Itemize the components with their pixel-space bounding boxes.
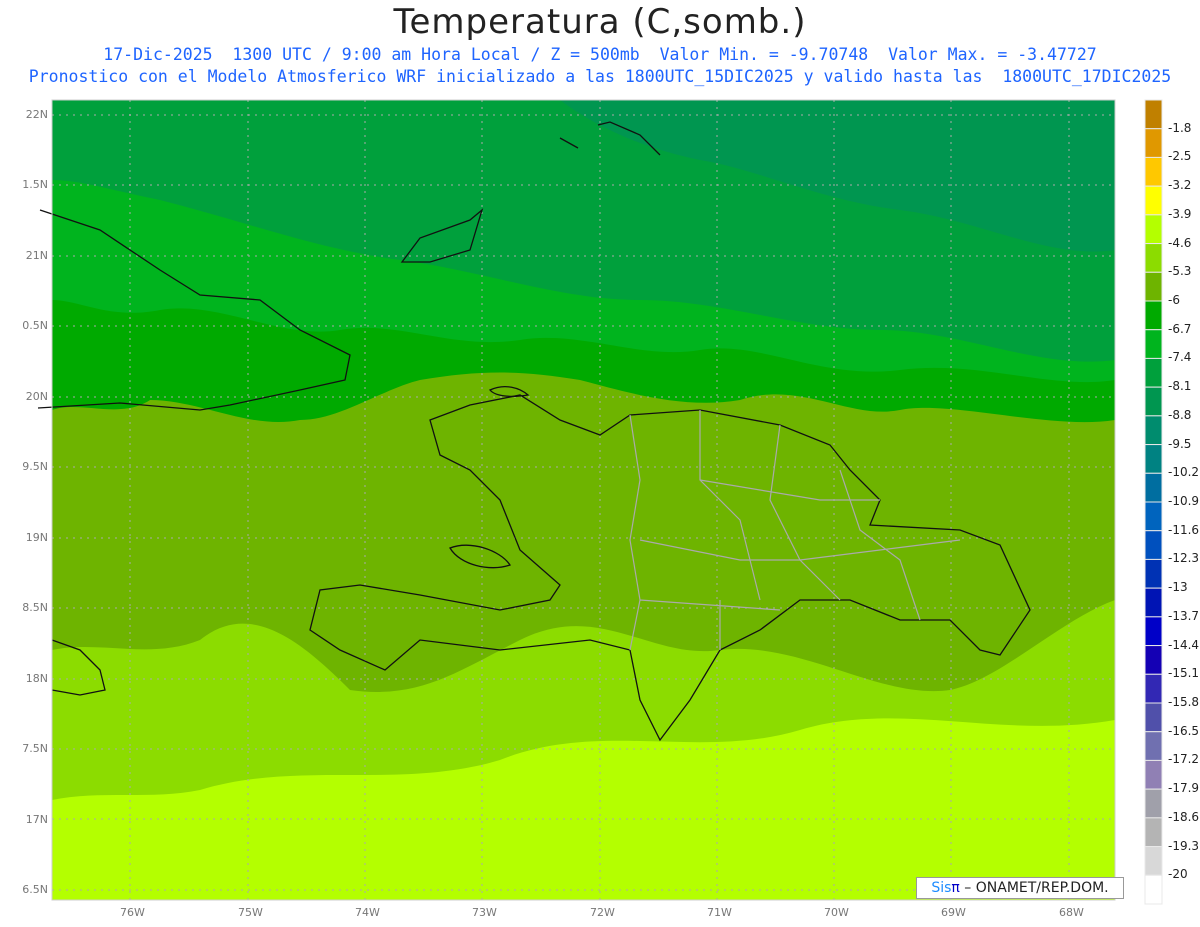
colorbar-label: -8.8	[1168, 407, 1192, 422]
colorbar-swatch	[1144, 673, 1163, 704]
colorbar-swatch	[1144, 616, 1163, 647]
latitude-label: 8.5N	[22, 601, 48, 615]
colorbar-swatch	[1144, 156, 1163, 187]
colorbar-swatch	[1144, 444, 1163, 474]
longitude-label: 68W	[1059, 906, 1084, 919]
colorbar-swatch	[1144, 415, 1163, 446]
colorbar-label: -18.6	[1168, 809, 1200, 824]
credit-sis: Sis	[931, 880, 952, 896]
colorbar-swatch	[1144, 874, 1163, 905]
colorbar-label: -14.4	[1168, 637, 1200, 652]
colorbar-swatch	[1144, 731, 1163, 761]
latitude-label: 21N	[25, 248, 48, 262]
colorbar-label: -12.3	[1168, 551, 1200, 566]
longitude-label: 73W	[472, 906, 497, 919]
temperature-map	[37, 99, 1163, 905]
colorbar-label: -11.6	[1168, 522, 1200, 537]
colorbar-swatch	[1144, 329, 1163, 359]
colorbar-label: -10.9	[1168, 494, 1200, 508]
latitude-label: 0.5N	[22, 319, 48, 333]
colorbar-swatch	[1144, 214, 1163, 245]
longitude-label: 70W	[824, 906, 849, 919]
colorbar-swatch	[1144, 472, 1163, 503]
longitude-label: 74W	[355, 906, 380, 919]
colorbar-swatch	[1144, 128, 1163, 158]
latitude-label: 22N	[25, 108, 48, 121]
colorbar-label: -3.9	[1168, 206, 1192, 221]
colorbar-swatch	[1144, 357, 1163, 388]
colorbar-label: -15.1	[1168, 666, 1200, 681]
latitude-label: 1.5N	[22, 178, 48, 192]
colorbar-swatch	[1144, 558, 1163, 589]
colorbar-label: -3.2	[1168, 178, 1192, 193]
colorbar-label: -7.4	[1168, 350, 1192, 365]
colorbar-swatch	[1144, 817, 1163, 848]
temperature-field	[52, 100, 1115, 900]
colorbar-label: -6	[1168, 293, 1180, 307]
latitude-label: 17N	[25, 812, 48, 826]
colorbar	[1144, 99, 1163, 905]
latitude-label: 20N	[25, 389, 48, 403]
colorbar-swatch	[1144, 271, 1163, 302]
colorbar-label: -15.8	[1168, 695, 1200, 709]
longitude-label: 76W	[120, 906, 145, 919]
colorbar-swatch	[1144, 99, 1163, 130]
latitude-label: 6.5N	[22, 882, 48, 896]
latitude-label: 18N	[25, 671, 48, 685]
colorbar-swatch	[1144, 759, 1163, 790]
colorbar-label: -16.5	[1168, 723, 1200, 738]
colorbar-label: -20	[1168, 867, 1188, 882]
colorbar-label: -5.3	[1168, 264, 1192, 279]
colorbar-label: -17.9	[1168, 781, 1200, 796]
colorbar-swatch	[1144, 386, 1163, 417]
credit-onamet: – ONAMET/REP.DOM.	[959, 880, 1109, 896]
latitude-label: 9.5N	[22, 460, 48, 474]
colorbar-label: -6.7	[1168, 321, 1192, 336]
colorbar-swatch	[1144, 185, 1163, 216]
colorbar-label: -8.1	[1168, 379, 1192, 394]
colorbar-label: -13	[1168, 580, 1188, 595]
colorbar-swatch	[1144, 702, 1163, 733]
latitude-label: 7.5N	[22, 742, 48, 756]
longitude-label: 75W	[238, 906, 263, 919]
longitude-label: 72W	[590, 906, 615, 919]
colorbar-label: -1.8	[1168, 120, 1192, 135]
credit-pi: π	[951, 880, 960, 896]
colorbar-swatch	[1144, 300, 1163, 331]
latitude-label: 19N	[25, 530, 48, 544]
colorbar-label: -4.6	[1168, 235, 1192, 250]
colorbar-label: -10.2	[1168, 465, 1200, 480]
colorbar-label: -19.3	[1168, 838, 1200, 853]
credit-box: Sisπ – ONAMET/REP.DOM.	[916, 877, 1124, 899]
colorbar-swatch	[1144, 530, 1163, 560]
colorbar-label: -13.7	[1168, 608, 1200, 623]
colorbar-label: -2.5	[1168, 149, 1192, 164]
colorbar-swatch	[1144, 243, 1163, 273]
colorbar-swatch	[1144, 587, 1163, 618]
longitude-label: 71W	[707, 906, 732, 919]
colorbar-label: -17.2	[1168, 752, 1200, 767]
colorbar-label: -9.5	[1168, 436, 1192, 451]
colorbar-swatch	[1144, 645, 1163, 675]
longitude-label: 69W	[941, 906, 966, 919]
colorbar-swatch	[1144, 788, 1163, 819]
colorbar-swatch	[1144, 846, 1163, 876]
colorbar-swatch	[1144, 501, 1163, 532]
